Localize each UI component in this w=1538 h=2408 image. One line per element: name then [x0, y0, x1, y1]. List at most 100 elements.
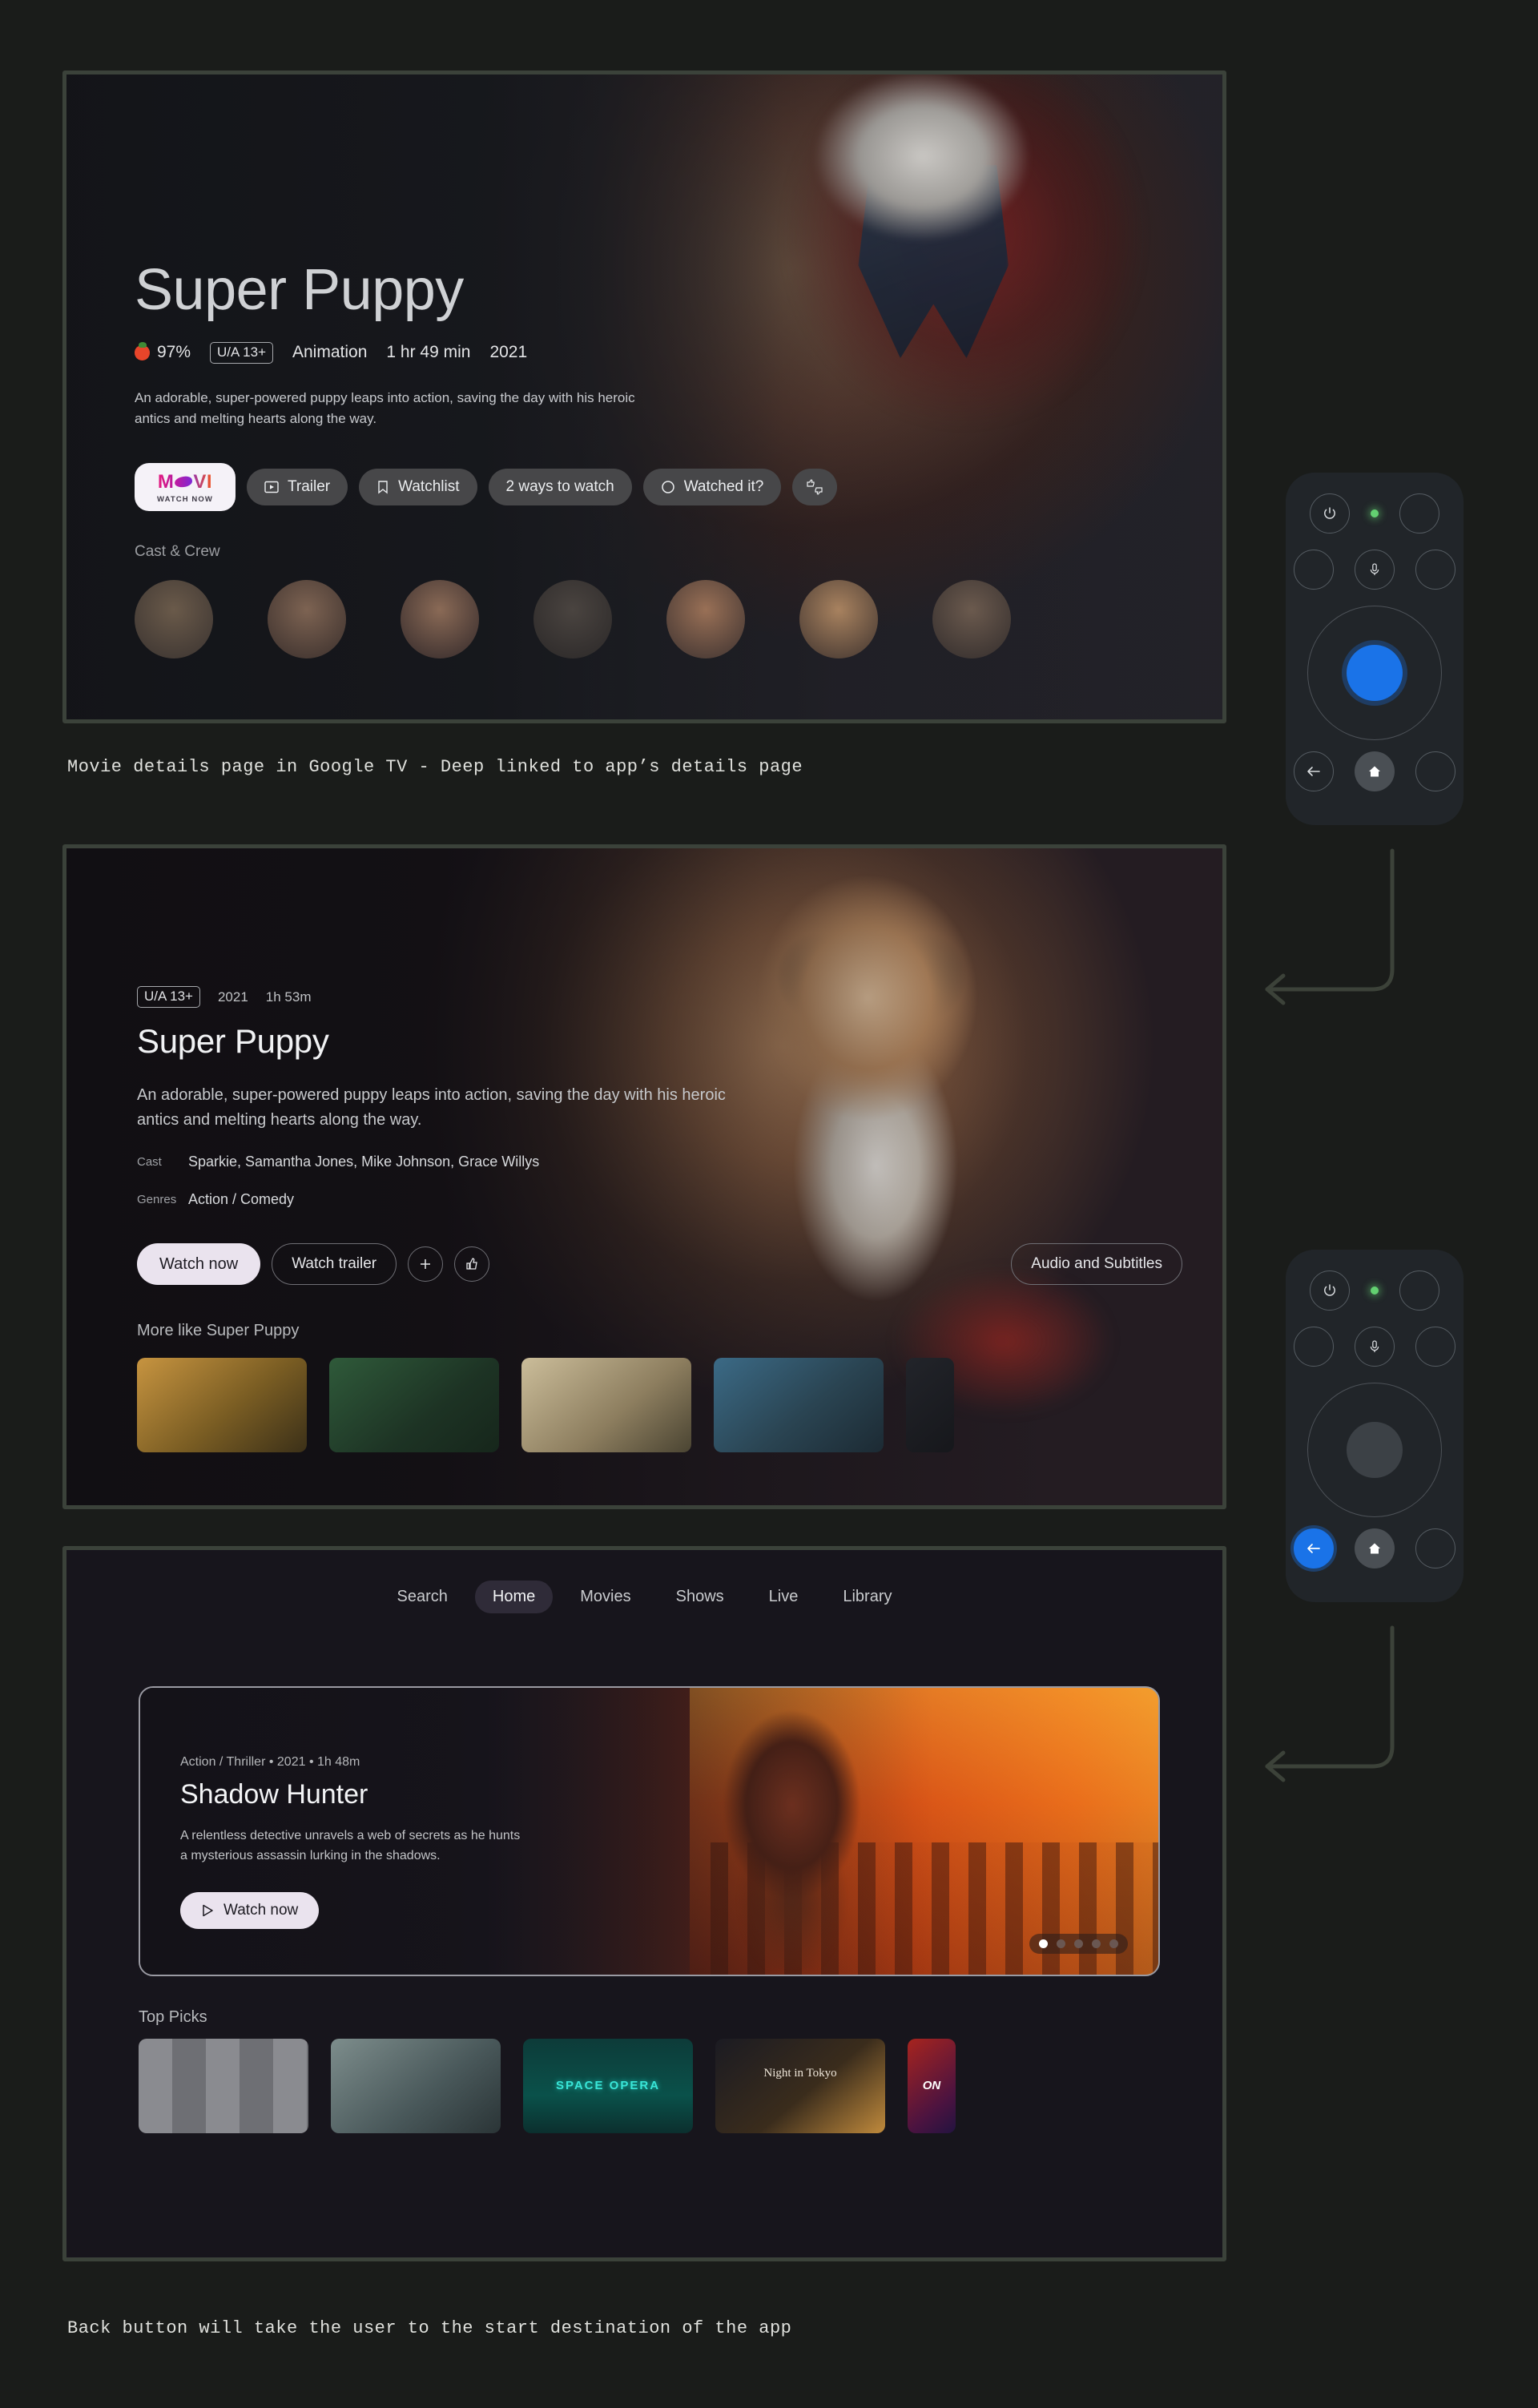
watchlist-label: Watchlist	[398, 478, 460, 496]
dpad-ring[interactable]	[1307, 1383, 1442, 1517]
hero-meta: Action / Thriller • 2021 • 1h 48m	[180, 1755, 360, 1769]
ways-to-watch-button[interactable]: 2 ways to watch	[488, 469, 632, 506]
back-button[interactable]	[1294, 751, 1334, 791]
page-title: Super Puppy	[135, 258, 464, 322]
ways-to-watch-label: 2 ways to watch	[505, 478, 614, 496]
back-arrow-icon	[1307, 1544, 1320, 1553]
year-label: 2021	[489, 343, 528, 362]
hero-synopsis: A relentless detective unravels a web of…	[180, 1829, 521, 1862]
duration-label: 1 hr 49 min	[386, 343, 471, 362]
add-to-list-button[interactable]	[408, 1246, 444, 1282]
power-button[interactable]	[1310, 493, 1350, 534]
audio-subtitles-button[interactable]: Audio and Subtitles	[1011, 1243, 1182, 1285]
power-button[interactable]	[1310, 1270, 1350, 1311]
watched-it-label: Watched it?	[683, 478, 764, 496]
more-like-rail[interactable]	[137, 1358, 1182, 1452]
dpad-ring[interactable]	[1307, 606, 1442, 740]
list-item[interactable]: ON	[908, 2039, 956, 2133]
avatar[interactable]	[666, 580, 745, 659]
input-button[interactable]	[1399, 493, 1439, 534]
home-button[interactable]	[1355, 1528, 1395, 1568]
avatar[interactable]	[135, 580, 213, 659]
back-button[interactable]	[1294, 1528, 1334, 1568]
list-item[interactable]	[329, 1358, 499, 1452]
list-item[interactable]	[906, 1358, 954, 1452]
led-indicator-icon	[1371, 509, 1379, 517]
home-icon	[1369, 766, 1380, 777]
metadata-row: U/A 13+ 2021 1h 53m	[137, 986, 1182, 1008]
mic-button[interactable]	[1355, 550, 1395, 590]
list-item[interactable]	[331, 2039, 501, 2133]
tab-shows[interactable]: Shows	[658, 1581, 742, 1613]
list-item[interactable]: Night in Tokyo	[715, 2039, 885, 2133]
home-button[interactable]	[1355, 751, 1395, 791]
tab-live[interactable]: Live	[751, 1581, 816, 1613]
action-buttons-row: M VI WATCH NOW Trailer Watchlist 2 ways …	[135, 463, 1190, 512]
back-arrow-icon	[1307, 767, 1320, 776]
page-title: Super Puppy	[137, 1022, 329, 1060]
cast-row: Cast Sparkie, Samantha Jones, Mike Johns…	[137, 1154, 1182, 1170]
carousel-dot[interactable]	[1039, 1939, 1048, 1948]
remote-top-row	[1286, 493, 1464, 534]
carousel-dot[interactable]	[1109, 1939, 1118, 1948]
trailer-button[interactable]: Trailer	[247, 469, 348, 506]
list-item[interactable]	[714, 1358, 884, 1452]
play-box-icon	[264, 481, 279, 493]
connector-arrow-1	[1265, 848, 1395, 1005]
input-button[interactable]	[1399, 1270, 1439, 1311]
caption-panel-3: Back button will take the user to the st…	[67, 2318, 792, 2338]
watch-now-provider-button[interactable]: M VI WATCH NOW	[135, 463, 236, 512]
cast-crew-rail[interactable]	[135, 580, 1190, 659]
app-home-screen: Search Home Movies Shows Live Library Ac…	[62, 1546, 1226, 2261]
carousel-dot[interactable]	[1057, 1939, 1065, 1948]
carousel-dot[interactable]	[1092, 1939, 1101, 1948]
list-item[interactable]	[521, 1358, 691, 1452]
mic-button[interactable]	[1355, 1327, 1395, 1367]
plus-icon	[421, 1259, 431, 1269]
select-button[interactable]	[1347, 645, 1403, 701]
hero-watch-now-button[interactable]: Watch now	[180, 1891, 320, 1929]
watchlist-button[interactable]: Watchlist	[359, 469, 477, 506]
tab-search[interactable]: Search	[380, 1581, 465, 1613]
avatar[interactable]	[932, 580, 1011, 659]
hero-carousel-card[interactable]: Action / Thriller • 2021 • 1h 48m Shadow…	[139, 1686, 1160, 1976]
caption-panel-1: Movie details page in Google TV - Deep l…	[67, 757, 803, 777]
list-item-label: SPACE OPERA	[555, 2078, 661, 2092]
select-button[interactable]	[1347, 1422, 1403, 1478]
top-picks-rail[interactable]: SPACE OPERA Night in Tokyo ON	[139, 2039, 956, 2133]
menu-button[interactable]	[1415, 751, 1455, 791]
assistant-left-button[interactable]	[1294, 550, 1334, 590]
content-rating-badge: U/A 13+	[137, 986, 200, 1008]
watch-now-button[interactable]: Watch now	[137, 1243, 261, 1285]
assistant-right-button[interactable]	[1415, 1327, 1455, 1367]
trailer-label: Trailer	[288, 478, 331, 496]
genres-label: Genres	[137, 1193, 177, 1206]
menu-button[interactable]	[1415, 1528, 1455, 1568]
assistant-left-button[interactable]	[1294, 1327, 1334, 1367]
list-item[interactable]	[137, 1358, 307, 1452]
watch-trailer-button[interactable]: Watch trailer	[272, 1243, 397, 1285]
avatar[interactable]	[533, 580, 612, 659]
synopsis: An adorable, super-powered puppy leaps i…	[137, 1086, 726, 1129]
home-icon	[1369, 1543, 1380, 1554]
score-value: 97%	[157, 343, 191, 362]
list-item[interactable]: SPACE OPERA	[523, 2039, 693, 2133]
avatar[interactable]	[401, 580, 479, 659]
genre-label: Animation	[292, 343, 368, 362]
like-button[interactable]	[454, 1246, 490, 1282]
tab-movies[interactable]: Movies	[562, 1581, 648, 1613]
top-nav: Search Home Movies Shows Live Library	[66, 1550, 1222, 1613]
duration-label: 1h 53m	[265, 989, 312, 1005]
tab-home[interactable]: Home	[474, 1581, 554, 1613]
tab-library[interactable]: Library	[825, 1581, 909, 1613]
carousel-dots[interactable]	[1029, 1934, 1128, 1954]
carousel-dot[interactable]	[1074, 1939, 1083, 1948]
avatar[interactable]	[268, 580, 346, 659]
assistant-right-button[interactable]	[1415, 550, 1455, 590]
watched-it-button[interactable]: Watched it?	[642, 469, 782, 506]
synopsis: An adorable, super-powered puppy leaps i…	[135, 389, 635, 426]
avatar[interactable]	[799, 580, 878, 659]
mic-icon	[1370, 1340, 1379, 1352]
list-item[interactable]	[139, 2039, 308, 2133]
rate-button[interactable]	[792, 469, 838, 506]
